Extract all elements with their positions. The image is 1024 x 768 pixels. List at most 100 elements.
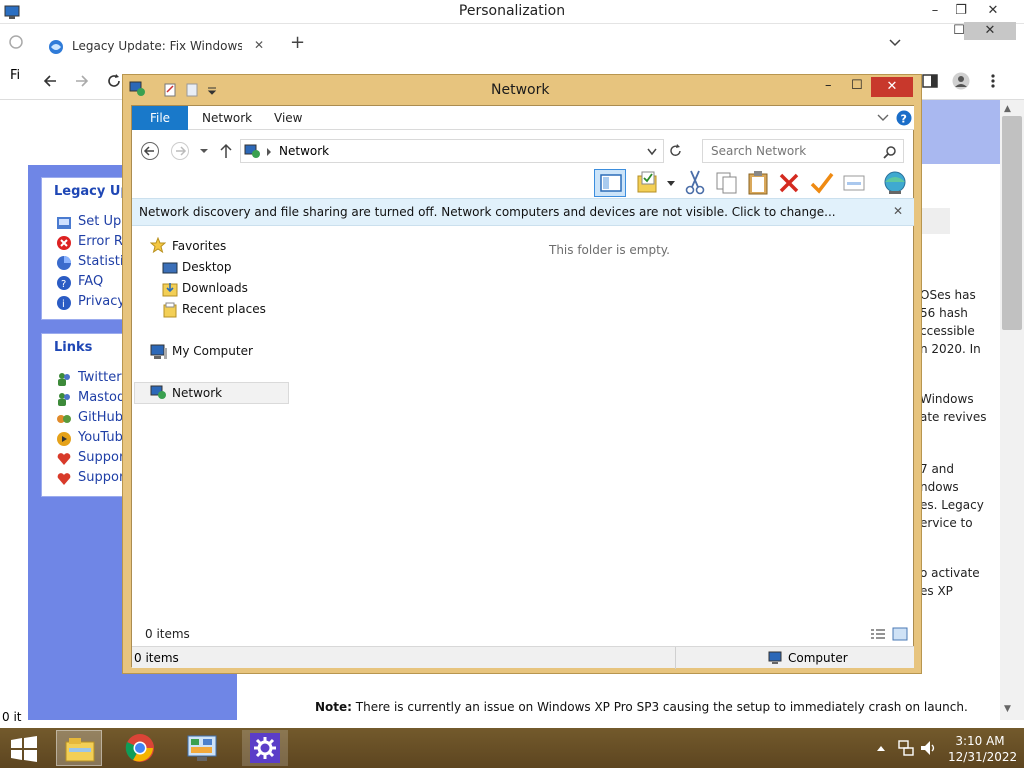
scrollbar-thumb[interactable]	[1002, 116, 1022, 330]
network-discovery-banner[interactable]: Network discovery and file sharing are t…	[132, 198, 914, 226]
network-tray-icon[interactable]	[898, 740, 914, 756]
browser-menu-icon[interactable]	[990, 73, 996, 89]
info-icon: i	[57, 296, 71, 310]
explorer-close-button[interactable]: ✕	[871, 77, 913, 97]
volume-icon[interactable]	[920, 740, 938, 756]
body-text: ate revives	[920, 410, 987, 424]
nav-recent-places[interactable]: Recent places	[182, 302, 266, 316]
folder-options-icon[interactable]	[635, 170, 661, 196]
back-arrow-icon[interactable]	[42, 73, 58, 89]
browser-tab[interactable]: Legacy Update: Fix Windows Updates ✕	[38, 32, 274, 64]
scroll-down-icon[interactable]: ▼	[1004, 704, 1011, 714]
forward-circle-icon[interactable]	[170, 141, 190, 161]
folder-options-dropdown-icon[interactable]	[666, 180, 676, 188]
taskbar-control-panel[interactable]	[180, 730, 226, 766]
status-divider	[675, 647, 676, 669]
network-globe-icon[interactable]	[881, 170, 909, 196]
up-arrow-icon[interactable]	[220, 143, 232, 159]
profile-avatar-icon[interactable]	[952, 72, 970, 90]
error-icon	[57, 236, 71, 250]
ribbon-expand-chevron-icon[interactable]	[877, 114, 889, 122]
reload-icon[interactable]	[106, 73, 122, 89]
taskbar-file-explorer[interactable]	[56, 730, 102, 766]
delete-x-icon[interactable]	[778, 172, 800, 194]
body-text: o activate	[920, 566, 980, 580]
nav-downloads[interactable]: Downloads	[182, 281, 248, 295]
page-left-strip: 0 it	[0, 100, 28, 724]
network-icon	[150, 385, 166, 399]
network-computer-icon	[129, 81, 145, 96]
sidebar-panel-icon[interactable]	[922, 73, 938, 89]
search-icon[interactable]	[883, 145, 897, 159]
computer-zone-icon	[768, 651, 782, 664]
paste-clipboard-icon[interactable]	[746, 170, 770, 196]
details-view-icon[interactable]	[870, 628, 886, 640]
ribbon-tab-view[interactable]: View	[274, 111, 302, 125]
tab-close-icon[interactable]: ✕	[254, 38, 264, 52]
start-windows-icon[interactable]	[10, 736, 38, 762]
explorer-maximize-button[interactable]: ☐	[851, 78, 863, 93]
forward-arrow-icon[interactable]	[74, 73, 90, 89]
tray-overflow-icon[interactable]	[876, 744, 886, 752]
browser-tab-title: Legacy Update: Fix Windows Updates	[72, 39, 242, 53]
new-tab-button[interactable]: +	[290, 32, 305, 53]
taskbar: 3:10 AM 12/31/2022	[0, 728, 1024, 768]
breadcrumb-separator-icon[interactable]	[266, 148, 272, 156]
page-scrollbar[interactable]: ▲ ▼	[1000, 100, 1024, 720]
taskbar-chrome[interactable]	[118, 730, 164, 766]
copy-icon[interactable]	[715, 171, 739, 195]
back-circle-icon[interactable]	[140, 141, 160, 161]
quick-access-dropdown-icon[interactable]	[207, 87, 217, 95]
explorer-minimize-button[interactable]: –	[825, 78, 832, 93]
desktop-icon	[162, 262, 178, 274]
outer-minimize-button[interactable]: –	[922, 2, 948, 20]
ribbon-tabs: File Network View ?	[132, 106, 914, 130]
control-panel-icon	[187, 735, 217, 761]
page-header-band	[916, 100, 1000, 164]
body-text: ervice to	[920, 516, 973, 530]
nav-desktop[interactable]: Desktop	[182, 260, 232, 274]
refresh-icon[interactable]	[669, 144, 683, 158]
search-input[interactable]	[703, 140, 903, 162]
body-text: ndows	[920, 480, 959, 494]
address-bar[interactable]: Network	[240, 139, 664, 163]
clock-date[interactable]: 12/31/2022	[948, 750, 1017, 764]
browser-back-small-icon[interactable]	[8, 34, 24, 50]
preview-pane-button[interactable]	[594, 169, 626, 197]
nav-favorites[interactable]: Favorites	[172, 239, 226, 253]
body-text: 56 hash	[920, 306, 968, 320]
taskbar-settings[interactable]	[242, 730, 288, 766]
file-explorer-icon	[65, 738, 95, 762]
recent-locations-chevron-icon[interactable]	[199, 148, 209, 154]
cut-scissors-icon[interactable]	[685, 170, 705, 196]
recent-places-icon	[163, 302, 177, 318]
address-breadcrumb[interactable]: Network	[279, 144, 329, 158]
banner-close-icon[interactable]: ✕	[893, 204, 903, 218]
ribbon-tab-network[interactable]: Network	[202, 111, 252, 125]
tab-list-chevron-icon[interactable]	[888, 38, 902, 48]
ribbon-tab-file[interactable]: File	[132, 106, 188, 130]
outer-restore-button[interactable]: ❐	[948, 2, 974, 20]
my-computer-icon	[150, 344, 167, 359]
status-fragment: 0 it	[2, 710, 22, 724]
search-box[interactable]	[702, 139, 904, 163]
setup-icon	[57, 217, 71, 229]
clock-time[interactable]: 3:10 AM	[955, 734, 1005, 748]
properties-icon[interactable]	[163, 83, 177, 97]
scroll-up-icon[interactable]: ▲	[1004, 104, 1011, 114]
help-icon[interactable]: ?	[896, 110, 912, 126]
new-folder-icon[interactable]	[185, 83, 199, 97]
large-icons-view-icon[interactable]	[892, 627, 908, 641]
body-text: n 2020. In	[920, 342, 981, 356]
checkmark-icon[interactable]	[810, 172, 834, 194]
banner-message[interactable]: Network discovery and file sharing are t…	[139, 205, 836, 219]
sidebar-heading-links: Links	[54, 340, 93, 355]
browser-close-button[interactable]: ✕	[964, 22, 1016, 40]
status-bar: 0 items Computer	[132, 646, 914, 669]
rename-icon[interactable]	[842, 172, 866, 194]
nav-my-computer[interactable]: My Computer	[172, 344, 253, 358]
nav-network[interactable]: Network	[172, 386, 222, 400]
page-body-fragments: OSes has 56 hash ccessible n 2020. In Wi…	[916, 164, 1000, 768]
outer-close-button[interactable]: ✕	[980, 2, 1006, 20]
address-history-chevron-icon[interactable]	[647, 148, 657, 156]
